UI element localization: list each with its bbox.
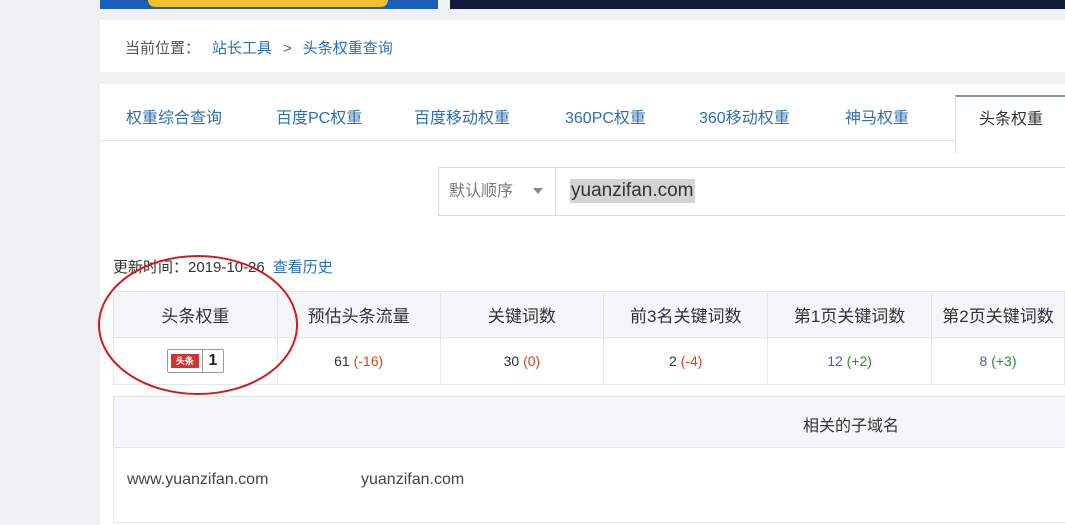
tab-weight-overview[interactable]: 权重综合查询 [126,84,222,140]
est-traffic-delta: (-16) [353,353,384,369]
header-top3-keywords: 前3名关键词数 [603,291,769,338]
main-panel: 权重综合查询 百度PC权重 百度移动权重 360PC权重 360移动权重 神马权… [100,84,1065,525]
toutiao-weight-cell: 头条 1 [113,337,278,385]
header-page2-keywords: 第2页关键词数 [931,291,1065,338]
toutiao-weight-value: 1 [201,350,223,372]
subdomain-item[interactable]: www.yuanzifan.com [127,471,268,489]
sort-select-value: 默认顺序 [449,183,514,200]
top3-keywords-delta: (-4) [680,353,703,369]
header-est-traffic: 预估头条流量 [276,291,441,338]
keyword-count-cell: 30 (0) [439,337,605,385]
tab-bar: 权重综合查询 百度PC权重 百度移动权重 360PC权重 360移动权重 神马权… [100,84,1065,154]
top3-keywords-value: 2 [668,353,677,369]
subdomain-panel: 相关的子域名 www.yuanzifan.com yuanzifan.com [113,396,1065,523]
search-bar: 默认顺序 yuanzifan.com [438,167,1065,216]
page2-keywords-cell: 8 (+3) [931,337,1065,385]
stats-table: 头条权重 预估头条流量 关键词数 前3名关键词数 第1页关键词数 第2页关键词数… [113,291,1065,385]
tab-360-mobile[interactable]: 360移动权重 [699,84,790,140]
est-traffic-value: 61 [334,353,350,369]
breadcrumb-panel: 当前位置： 站长工具 > 头条权重查询 [100,20,1065,72]
header-keyword-count: 关键词数 [439,291,605,338]
keyword-count-value: 30 [503,353,520,369]
page2-keywords-value[interactable]: 8 [980,353,988,369]
page1-keywords-cell: 12 (+2) [767,337,933,385]
header-page1-keywords: 第1页关键词数 [767,291,933,338]
subdomain-title: 相关的子域名 [803,418,900,435]
tab-toutiao[interactable]: 头条权重 [955,95,1065,154]
top3-keywords-cell: 2 (-4) [603,337,769,385]
breadcrumb-separator: > [283,40,292,57]
toutiao-weight-badge: 头条 1 [166,349,224,373]
breadcrumb-current[interactable]: 头条权重查询 [303,40,393,57]
tab-shenma[interactable]: 神马权重 [845,84,909,140]
keyword-count-delta: (0) [523,353,541,369]
page1-keywords-delta: (+2) [846,353,872,369]
stats-header-row: 头条权重 预估头条流量 关键词数 前3名关键词数 第1页关键词数 第2页关键词数 [113,291,1065,338]
tab-360-pc[interactable]: 360PC权重 [565,84,646,140]
breadcrumb: 当前位置： 站长工具 > 头条权重查询 [125,37,393,58]
update-info: 更新时间：2019-10-26 查看历史 [113,256,333,277]
subdomain-item[interactable]: yuanzifan.com [361,471,464,489]
tab-baidu-mobile[interactable]: 百度移动权重 [414,84,510,140]
stats-value-row: 头条 1 61 (-16) 30 (0) 2 (-4) 12 (+2) 8 (+… [113,337,1065,385]
top-ad-banner[interactable] [100,0,438,9]
view-history-link[interactable]: 查看历史 [273,259,333,276]
breadcrumb-tools-link[interactable]: 站长工具 [212,40,272,57]
page2-keywords-delta: (+3) [991,353,1017,369]
tab-baidu-pc[interactable]: 百度PC权重 [276,84,362,140]
top-ad-banner-right[interactable] [450,0,1065,9]
est-traffic-cell: 61 (-16) [276,337,441,385]
sort-select[interactable]: 默认顺序 [439,168,556,215]
page1-keywords-value[interactable]: 12 [827,353,843,369]
update-label: 更新时间： [113,259,189,276]
caret-down-icon [533,188,543,194]
domain-search-input[interactable]: yuanzifan.com [570,179,695,203]
subdomain-header: 相关的子域名 [114,397,1065,448]
update-date: 2019-10-26 [188,259,265,276]
breadcrumb-prefix: 当前位置： [125,40,201,57]
header-toutiao-weight: 头条权重 [113,291,278,338]
ad-banner-graphic [148,0,388,7]
toutiao-logo-icon: 头条 [170,354,199,368]
